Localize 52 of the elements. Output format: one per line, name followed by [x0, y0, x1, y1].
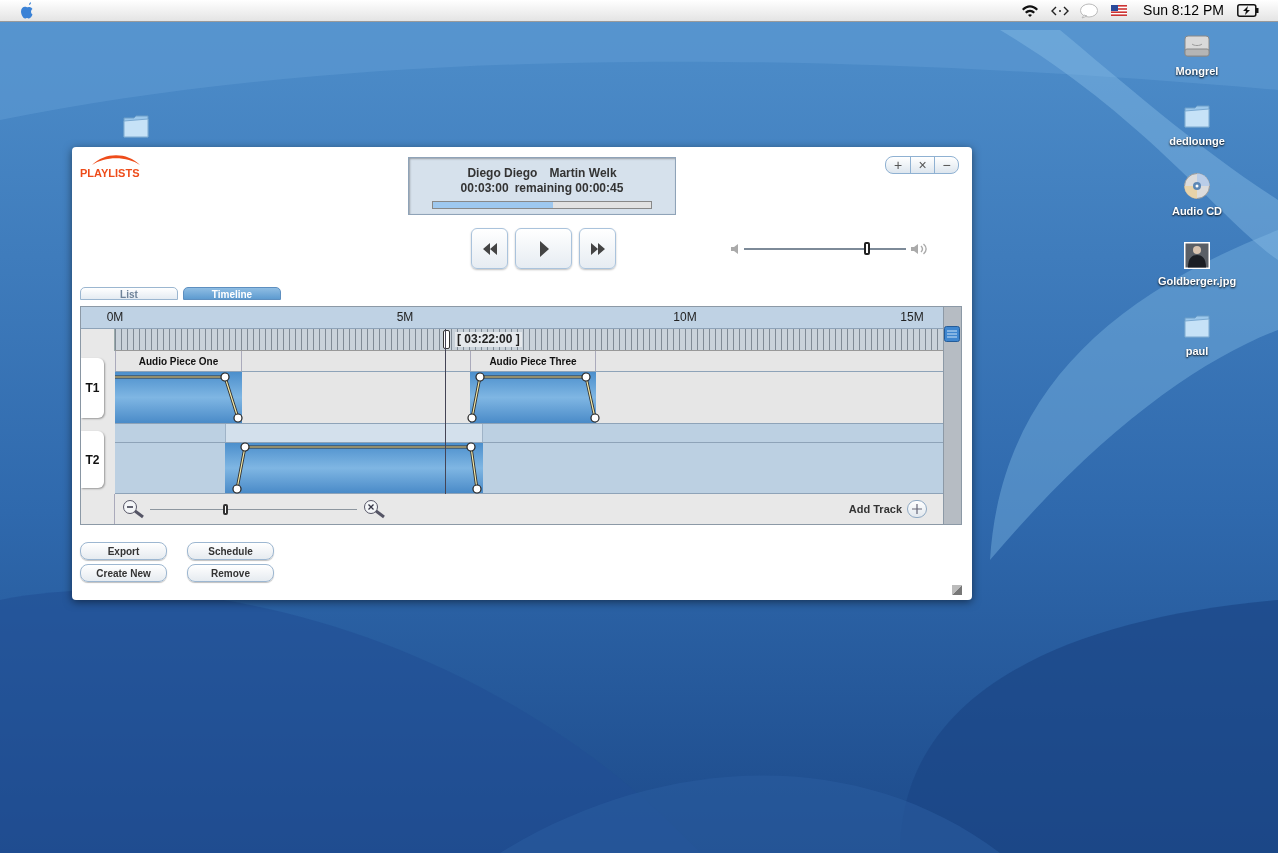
resize-grip-icon[interactable]: [951, 584, 963, 596]
window-button[interactable]: ×: [910, 157, 934, 173]
zoom-out-icon[interactable]: [122, 499, 146, 519]
speaker-high-icon: [910, 241, 928, 256]
scrollbar[interactable]: [943, 307, 961, 524]
app-logo: PLAYLISTS: [80, 166, 140, 181]
volume-slider[interactable]: [744, 241, 906, 256]
zoom-slider[interactable]: [150, 502, 357, 516]
ruler-label: 5M: [396, 310, 414, 325]
rewind-button[interactable]: [471, 228, 508, 269]
volume-thumb[interactable]: [864, 242, 871, 255]
action-button[interactable]: Schedule: [187, 542, 274, 560]
clip-header[interactable]: [225, 424, 483, 442]
icon-label[interactable]: Audio CD: [1171, 203, 1223, 220]
menubar-clock[interactable]: Sun 8:12 PM: [1143, 0, 1224, 21]
cd-icon[interactable]: [1183, 172, 1211, 199]
track-artist: Martin Welk: [549, 166, 617, 181]
plus-icon: [912, 504, 922, 514]
add-track-button[interactable]: [907, 500, 927, 518]
audio-clip[interactable]: [225, 443, 483, 493]
fast-forward-button[interactable]: [579, 228, 616, 269]
playhead-time: [ 03:22:00 ]: [455, 332, 522, 347]
play-button[interactable]: [515, 228, 572, 269]
speaker-low-icon: [730, 242, 740, 255]
flag-icon[interactable]: [1111, 5, 1128, 16]
ruler-label: 0M: [106, 310, 124, 325]
folder-icon[interactable]: [122, 112, 150, 139]
audio-clip[interactable]: [115, 372, 242, 423]
ruler-label: 15M: [900, 310, 924, 325]
photo-icon[interactable]: [1183, 242, 1211, 269]
track-title: Diego Diego: [467, 166, 538, 181]
scroll-thumb-icon[interactable]: [944, 326, 960, 342]
remaining-time: remaining 00:00:45: [514, 181, 624, 196]
apple-icon[interactable]: [19, 2, 34, 19]
zoom-in-icon[interactable]: [363, 499, 387, 519]
add-track-label: Add Track: [848, 501, 902, 517]
track-label[interactable]: T1: [81, 358, 104, 418]
window-button[interactable]: +: [886, 157, 910, 173]
battery-icon[interactable]: [1237, 4, 1259, 17]
track-label[interactable]: T2: [81, 431, 104, 488]
action-button[interactable]: Export: [80, 542, 167, 560]
wifi-icon[interactable]: [1020, 2, 1041, 19]
window-button[interactable]: −: [934, 157, 958, 173]
folder-icon[interactable]: [1183, 102, 1211, 129]
ruler-label: 10M: [673, 310, 697, 325]
elapsed-time: 00:03:00: [460, 181, 509, 196]
clip-title[interactable]: Audio Piece One: [115, 351, 242, 371]
clip-title[interactable]: Audio Piece Three: [470, 351, 596, 371]
zoom-thumb[interactable]: [222, 503, 228, 515]
action-button[interactable]: Create New: [80, 564, 167, 582]
code-brackets-icon[interactable]: [1051, 4, 1070, 17]
action-button[interactable]: Remove: [187, 564, 274, 582]
